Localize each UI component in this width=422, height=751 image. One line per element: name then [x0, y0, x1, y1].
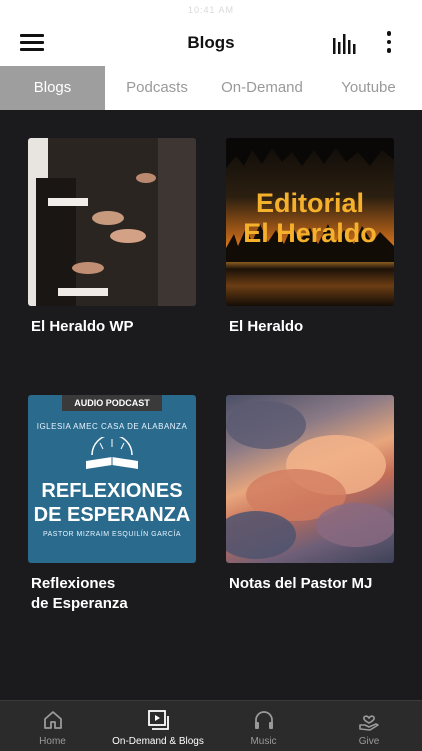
- headphones-icon: [254, 711, 273, 729]
- nav-label: On-Demand & Blogs: [112, 736, 204, 747]
- card-title: Reflexiones de Esperanza: [31, 575, 128, 612]
- pastor-name: PASTOR MIZRAIM ESQUILÍN GARCÍA: [42, 531, 182, 538]
- blog-card-el-heraldo[interactable]: Editorial El Heraldo El Heraldo: [226, 138, 394, 337]
- audio-bars-icon[interactable]: [332, 34, 358, 54]
- nav-music[interactable]: Music: [211, 701, 316, 751]
- card-title: El Heraldo WP: [31, 318, 134, 335]
- editorial-image-text: Editorial El Heraldo: [243, 188, 377, 248]
- more-options-icon[interactable]: [383, 31, 395, 55]
- blog-card-reflexiones[interactable]: AUDIO PODCAST IGLESIA AMEC CASA DE ALABA…: [28, 395, 196, 614]
- card-thumbnail: [226, 395, 394, 563]
- tab-bar: Blogs Podcasts On-Demand Youtube: [0, 66, 422, 110]
- tab-youtube[interactable]: Youtube: [315, 66, 422, 110]
- play-library-icon: [148, 710, 169, 730]
- card-title: El Heraldo: [229, 318, 304, 335]
- nav-label: Home: [39, 736, 66, 747]
- nav-on-demand-blogs[interactable]: On-Demand & Blogs: [105, 701, 211, 751]
- audio-podcast-badge: AUDIO PODCAST: [62, 395, 162, 411]
- tab-on-demand[interactable]: On-Demand: [209, 66, 315, 110]
- tab-podcasts[interactable]: Podcasts: [105, 66, 209, 110]
- blog-card-notas-pastor[interactable]: Notas del Pastor MJ: [226, 395, 394, 594]
- status-time: 10:41 AM: [187, 5, 235, 15]
- card-thumbnail: [28, 138, 196, 306]
- church-name: IGLESIA AMEC CASA DE ALABANZA: [36, 422, 188, 431]
- status-bar: 10:41 AM: [0, 0, 422, 18]
- bottom-navigation: Home On-Demand & Blogs Music Give: [0, 700, 422, 751]
- nav-home[interactable]: Home: [0, 701, 105, 751]
- card-title: Notas del Pastor MJ: [229, 575, 373, 592]
- app-bar: Blogs: [0, 18, 422, 66]
- home-icon: [43, 711, 62, 729]
- nav-give[interactable]: Give: [316, 701, 422, 751]
- blog-card-el-heraldo-wp[interactable]: El Heraldo WP: [28, 138, 196, 337]
- worship-hands-image: [28, 138, 196, 306]
- open-book-icon: [86, 437, 138, 469]
- sunset-clouds-image: [226, 401, 394, 559]
- nav-label: Give: [358, 736, 380, 747]
- tab-blogs[interactable]: Blogs: [0, 66, 105, 110]
- podcast-image-title: REFLEXIONES DE ESPERANZA: [33, 480, 191, 526]
- page-title: Blogs: [187, 33, 235, 52]
- hand-heart-icon: [359, 715, 379, 731]
- card-thumbnail: Editorial El Heraldo: [226, 138, 394, 306]
- nav-label: Music: [250, 736, 277, 747]
- card-thumbnail: AUDIO PODCAST IGLESIA AMEC CASA DE ALABA…: [28, 395, 196, 563]
